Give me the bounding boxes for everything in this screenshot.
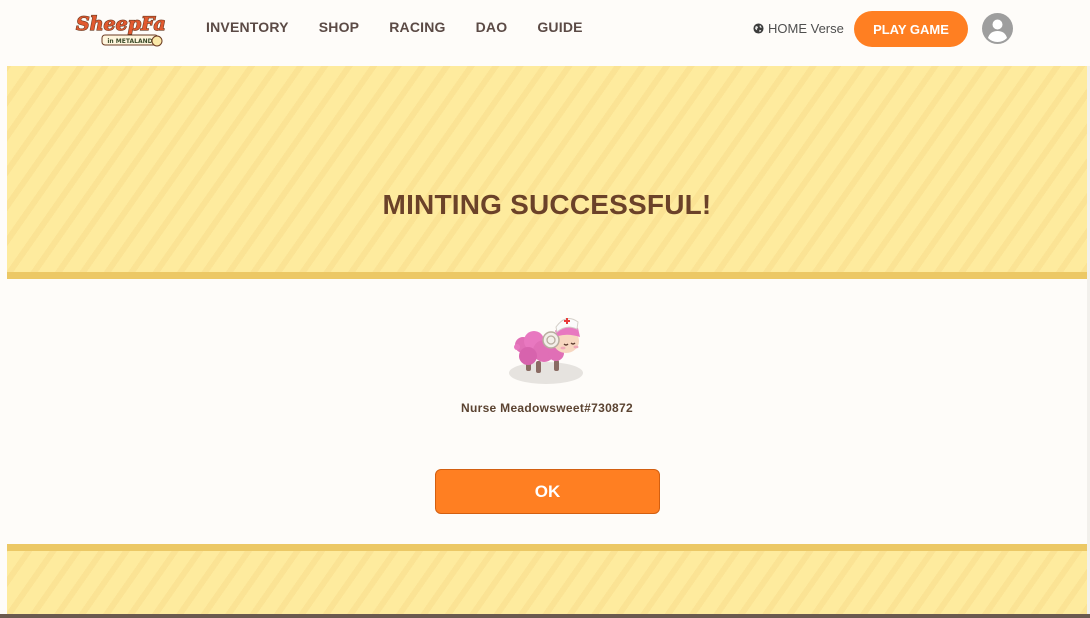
minting-title: MINTING SUCCESSFUL! bbox=[382, 188, 712, 220]
modal-body: Nurse Meadowsweet#730872 OK bbox=[7, 279, 1087, 544]
modal-footer bbox=[7, 551, 1087, 614]
top-navbar: SheepFarm in METALAND INVENTORY SHOP RAC… bbox=[0, 0, 1090, 66]
verse-label: HOME Verse bbox=[768, 21, 844, 36]
globe-icon bbox=[753, 23, 764, 34]
nav-inventory[interactable]: INVENTORY bbox=[206, 19, 289, 35]
ok-button[interactable]: OK bbox=[435, 469, 660, 514]
nav-racing[interactable]: RACING bbox=[389, 19, 445, 35]
modal-divider-bottom bbox=[7, 544, 1087, 551]
play-game-button[interactable]: PLAY GAME bbox=[854, 11, 968, 47]
nft-name: Nurse Meadowsweet#730872 bbox=[461, 401, 633, 415]
nav-shop[interactable]: SHOP bbox=[319, 19, 359, 35]
nft-sheep-image bbox=[508, 307, 588, 387]
modal-edge-left bbox=[0, 66, 7, 614]
verse-selector[interactable]: HOME Verse bbox=[753, 21, 844, 36]
page-footer-line bbox=[0, 614, 1090, 618]
modal-header: MINTING SUCCESSFUL! bbox=[7, 66, 1087, 273]
modal-divider-top bbox=[7, 272, 1087, 279]
main-nav: INVENTORY SHOP RACING DAO GUIDE bbox=[206, 19, 613, 35]
logo-text: SheepFarm bbox=[76, 13, 166, 35]
user-avatar-icon[interactable] bbox=[982, 13, 1013, 44]
logo-subtext: in METALAND bbox=[107, 38, 152, 45]
sheepfarm-logo[interactable]: SheepFarm in METALAND bbox=[74, 9, 166, 49]
nav-guide[interactable]: GUIDE bbox=[537, 19, 582, 35]
nav-dao[interactable]: DAO bbox=[476, 19, 508, 35]
pink-nurse-sheep-icon bbox=[509, 317, 583, 384]
